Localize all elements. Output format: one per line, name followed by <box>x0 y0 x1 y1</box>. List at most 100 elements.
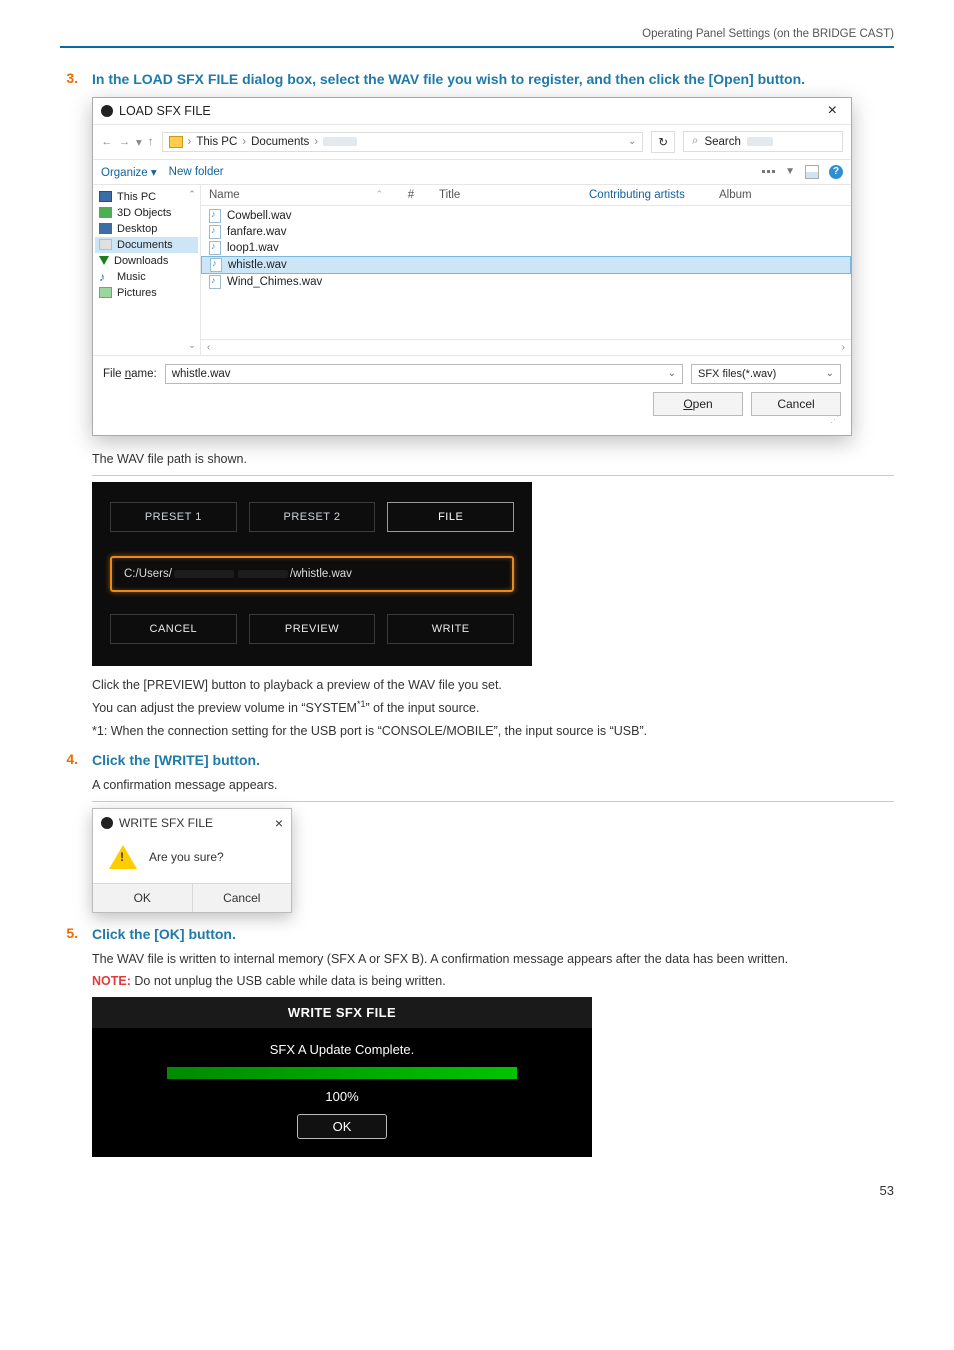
tree-scrollbar[interactable]: ⌃⌄ <box>186 189 198 351</box>
new-folder-button[interactable]: New folder <box>169 166 224 178</box>
path-suffix: /whistle.wav <box>290 568 352 580</box>
col-title[interactable]: Title <box>431 185 581 205</box>
file-row[interactable]: whistle.wav <box>201 256 851 274</box>
cube-icon <box>99 207 112 218</box>
ok-button[interactable]: OK <box>297 1114 387 1139</box>
up-icon[interactable]: ↑ <box>148 136 154 148</box>
tree-label: Music <box>117 271 146 283</box>
dialog-title: LOAD SFX FILE <box>119 104 211 118</box>
sort-icon: ⌃ <box>375 189 383 200</box>
filename-label: File name: <box>103 368 157 380</box>
close-icon[interactable]: × <box>822 103 843 119</box>
ok-button[interactable]: OK <box>93 884 193 912</box>
back-icon[interactable]: ← <box>101 136 113 148</box>
file-row[interactable]: Cowbell.wav <box>201 208 851 224</box>
chevron-right-icon: › <box>188 136 192 148</box>
search-input[interactable]: ⌕ Search <box>683 131 843 152</box>
tree-item-documents[interactable]: Documents <box>95 237 198 253</box>
chevron-right-icon: › <box>314 136 318 148</box>
file-name: whistle.wav <box>228 259 287 271</box>
sfx-file-panel: PRESET 1 PRESET 2 FILE C:/Users/ /whistl… <box>92 482 532 666</box>
filetype-select[interactable]: SFX files(*.wav) ⌄ <box>691 364 841 384</box>
dialog-toolbar: Organize ▾ New folder ▼ ? <box>93 160 851 185</box>
tree-item-music[interactable]: ♪Music <box>95 269 198 285</box>
step-number: 4. <box>60 751 78 770</box>
body-text: The WAV file path is shown. <box>92 450 894 469</box>
step-3-heading: In the LOAD SFX FILE dialog box, select … <box>92 70 894 89</box>
view-options-icon[interactable] <box>762 170 775 173</box>
dialog-nav: ← → ▾ ↑ › This PC › Documents › ⌄ ↻ <box>93 125 851 160</box>
folder-tree: ⌃⌄ This PC 3D Objects Desktop Documents … <box>93 185 201 355</box>
recent-icon[interactable]: ▾ <box>136 135 142 149</box>
organize-menu[interactable]: Organize ▾ <box>101 165 157 179</box>
tree-item-downloads[interactable]: Downloads <box>95 253 198 269</box>
divider <box>92 475 894 476</box>
scroll-left-icon[interactable]: ‹ <box>207 342 210 353</box>
tree-label: This PC <box>117 191 156 203</box>
body-text: A confirmation message appears. <box>92 776 894 795</box>
path-prefix: C:/Users/ <box>124 568 172 580</box>
horizontal-scrollbar[interactable]: ‹ › <box>201 339 851 355</box>
file-row[interactable]: Wind_Chimes.wav <box>201 274 851 290</box>
forward-icon[interactable]: → <box>119 136 131 148</box>
search-placeholder: Search <box>704 136 740 148</box>
tree-item-this-pc[interactable]: This PC <box>95 189 198 205</box>
tab-file[interactable]: FILE <box>387 502 514 532</box>
tree-label: 3D Objects <box>117 207 171 219</box>
tree-item-pictures[interactable]: Pictures <box>95 285 198 301</box>
chevron-down-icon[interactable]: ⌄ <box>826 368 834 379</box>
file-name: loop1.wav <box>227 242 279 254</box>
page-number: 53 <box>60 1183 894 1198</box>
preview-pane-icon[interactable] <box>805 165 819 179</box>
write-complete-panel: WRITE SFX FILE SFX A Update Complete. 10… <box>92 997 592 1157</box>
tree-item-3d[interactable]: 3D Objects <box>95 205 198 221</box>
filename-input[interactable]: whistle.wav ⌄ <box>165 364 683 384</box>
tab-preset1[interactable]: PRESET 1 <box>110 502 237 532</box>
view-dropdown-icon[interactable]: ▼ <box>785 166 795 177</box>
audio-file-icon <box>209 241 221 255</box>
nav-arrows: ← → ▾ ↑ <box>101 135 154 149</box>
body-text: You can adjust the preview volume in “SY… <box>92 698 894 718</box>
app-icon <box>101 817 113 829</box>
file-list: Name⌃ # Title Contributing artists Album… <box>201 185 851 355</box>
breadcrumb[interactable]: › This PC › Documents › ⌄ <box>162 132 644 152</box>
file-row[interactable]: loop1.wav <box>201 240 851 256</box>
preview-button[interactable]: PREVIEW <box>249 614 376 644</box>
col-album[interactable]: Album <box>711 185 851 205</box>
chevron-down-icon[interactable]: ⌄ <box>668 368 676 379</box>
download-icon <box>99 256 109 265</box>
divider <box>92 801 894 802</box>
file-row[interactable]: fanfare.wav <box>201 224 851 240</box>
picture-icon <box>99 287 112 298</box>
breadcrumb-seg[interactable]: This PC <box>196 136 237 148</box>
dialog-title: WRITE SFX FILE <box>119 816 213 830</box>
app-icon <box>101 105 113 117</box>
tree-label: Desktop <box>117 223 157 235</box>
step-3: 3. In the LOAD SFX FILE dialog box, sele… <box>60 70 894 89</box>
refresh-button[interactable]: ↻ <box>651 131 675 153</box>
file-name: Wind_Chimes.wav <box>227 276 322 288</box>
close-icon[interactable]: × <box>275 815 283 831</box>
help-icon[interactable]: ? <box>829 165 843 179</box>
col-name[interactable]: Name⌃ <box>201 185 391 205</box>
chevron-right-icon: › <box>242 136 246 148</box>
open-button[interactable]: Open <box>653 392 743 416</box>
step-5-heading: Click the [OK] button. <box>92 925 894 944</box>
confirm-dialog: WRITE SFX FILE × Are you sure? OK Cancel <box>92 808 292 913</box>
breadcrumb-seg[interactable]: Documents <box>251 136 309 148</box>
col-number[interactable]: # <box>391 185 431 205</box>
tab-preset2[interactable]: PRESET 2 <box>249 502 376 532</box>
audio-file-icon <box>209 275 221 289</box>
tree-item-desktop[interactable]: Desktop <box>95 221 198 237</box>
chevron-down-icon[interactable]: ⌄ <box>628 136 636 147</box>
cancel-button[interactable]: Cancel <box>193 884 292 912</box>
cancel-button[interactable]: CANCEL <box>110 614 237 644</box>
cancel-button[interactable]: Cancel <box>751 392 841 416</box>
file-path-field[interactable]: C:/Users/ /whistle.wav <box>110 556 514 592</box>
scroll-right-icon[interactable]: › <box>842 342 845 353</box>
note-text: NOTE: Do not unplug the USB cable while … <box>92 972 894 991</box>
col-contributing-artists[interactable]: Contributing artists <box>581 185 711 205</box>
column-headers: Name⌃ # Title Contributing artists Album <box>201 185 851 206</box>
write-button[interactable]: WRITE <box>387 614 514 644</box>
tree-label: Downloads <box>114 255 168 267</box>
